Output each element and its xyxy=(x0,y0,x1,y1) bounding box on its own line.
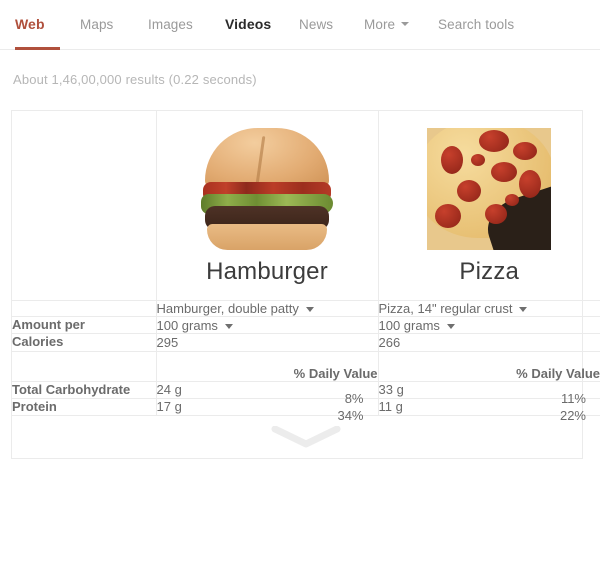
table-row-protein: Protein 17 g 34% 11 g 22% xyxy=(12,398,600,423)
spacer-cell-hamburger xyxy=(155,351,378,366)
table-row-food-headers: Hamburger Pizza xyxy=(12,111,600,301)
food-title-pizza: Pizza xyxy=(459,257,520,285)
protein-pizza-dv: 22% xyxy=(559,407,586,423)
nav-tab-more[interactable]: More xyxy=(364,17,395,32)
protein-hamburger-amount: 17 g xyxy=(156,399,182,415)
expand-card-button[interactable] xyxy=(12,416,600,459)
protein-hamburger: 17 g 34% xyxy=(155,398,378,423)
daily-value-empty-cell xyxy=(12,366,156,382)
results-count-text: About 1,46,00,000 results (0.22 seconds) xyxy=(13,72,257,87)
carb-pizza: 33 g 11% xyxy=(377,381,600,406)
row-label-total-carbohydrate: Total Carbohydrate xyxy=(12,381,131,397)
search-nav-bar: Web Maps Images Videos News More Search … xyxy=(0,0,600,50)
carb-hamburger: 24 g 8% xyxy=(155,381,378,406)
nav-tab-news[interactable]: News xyxy=(299,17,333,32)
row-label-calories: Calories xyxy=(12,334,64,350)
hamburger-photo xyxy=(157,126,378,250)
chevron-down-icon[interactable] xyxy=(271,425,341,451)
nav-tab-search-tools[interactable]: Search tools xyxy=(438,17,514,32)
calories-pizza: 266 xyxy=(377,333,600,351)
daily-value-header-pizza: % Daily Value xyxy=(377,365,600,381)
chevron-down-icon[interactable] xyxy=(519,307,528,313)
row-label-amount-per: Amount per xyxy=(12,317,85,332)
amount-per-hamburger[interactable]: 100 grams xyxy=(155,316,378,334)
food-header-hamburger: Hamburger xyxy=(155,111,378,301)
spacer-cell-pizza xyxy=(377,351,600,366)
food-header-pizza: Pizza xyxy=(377,111,600,301)
nav-tab-videos[interactable]: Videos xyxy=(225,16,271,32)
selector-empty-cell xyxy=(12,301,156,317)
nutrition-table: Hamburger Pizza Hamburger, double patty … xyxy=(12,111,600,458)
table-row-food-selector: Hamburger, double patty Pizza, 14" regul… xyxy=(12,300,600,317)
food-title-hamburger: Hamburger xyxy=(206,257,328,285)
nutrition-comparison-card: Hamburger Pizza Hamburger, double patty … xyxy=(11,110,600,459)
header-empty-cell xyxy=(12,111,156,301)
protein-hamburger-dv: 34% xyxy=(337,407,364,423)
amount-per-pizza-value: 100 grams xyxy=(378,317,440,333)
table-row-daily-value-header: % Daily Value % Daily Value xyxy=(12,365,600,382)
table-row-total-carbohydrate: Total Carbohydrate 24 g 8% 33 g 11% xyxy=(12,381,600,406)
protein-pizza-amount: 11 g xyxy=(378,399,403,415)
row-label-protein: Protein xyxy=(12,398,57,414)
carb-hamburger-amount: 24 g xyxy=(156,382,182,398)
nav-tab-images[interactable]: Images xyxy=(148,17,193,32)
daily-value-header-hamburger: % Daily Value xyxy=(155,365,378,381)
table-row-spacer xyxy=(12,351,600,366)
food-selector-hamburger[interactable]: Hamburger, double patty xyxy=(155,300,378,317)
active-tab-underline xyxy=(15,47,60,50)
chevron-down-icon[interactable] xyxy=(446,323,455,329)
chevron-down-icon[interactable] xyxy=(401,22,409,26)
nav-tab-web[interactable]: Web xyxy=(15,16,45,32)
nav-tab-maps[interactable]: Maps xyxy=(80,17,113,32)
spacer-empty-cell xyxy=(12,351,156,366)
table-row-amount-per: Amount per 100 grams 100 grams xyxy=(12,316,600,334)
food-selector-pizza[interactable]: Pizza, 14" regular crust xyxy=(377,300,600,317)
amount-per-hamburger-value: 100 grams xyxy=(156,317,218,333)
calories-hamburger: 295 xyxy=(155,333,378,351)
amount-per-pizza[interactable]: 100 grams xyxy=(377,316,600,334)
carb-pizza-amount: 33 g xyxy=(378,382,404,398)
pizza-photo xyxy=(379,126,600,250)
food-selector-pizza-label: Pizza, 14" regular crust xyxy=(378,301,513,316)
chevron-down-icon[interactable] xyxy=(224,323,233,329)
protein-pizza: 11 g 22% xyxy=(377,398,600,423)
table-row-calories: Calories 295 266 xyxy=(12,333,600,351)
food-selector-hamburger-label: Hamburger, double patty xyxy=(156,301,299,316)
chevron-down-icon[interactable] xyxy=(305,307,314,313)
expand-card-row[interactable] xyxy=(12,415,600,459)
